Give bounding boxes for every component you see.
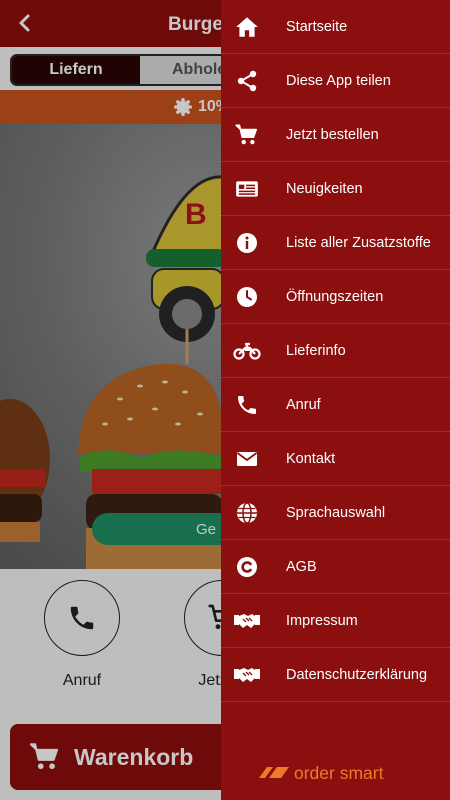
- menu-label: Jetzt bestellen: [286, 126, 379, 143]
- phone-icon: [233, 391, 261, 419]
- menu-label: Neuigkeiten: [286, 180, 363, 197]
- home-icon: [233, 13, 261, 41]
- menu-label: Lieferinfo: [286, 342, 346, 359]
- globe-icon: [233, 499, 261, 527]
- menu-item-privacy[interactable]: Datenschutzerklärung: [221, 648, 450, 702]
- menu-label: Startseite: [286, 18, 348, 35]
- menu-label: Öffnungszeiten: [286, 288, 384, 305]
- copyright-icon: [233, 553, 261, 581]
- menu-item-call[interactable]: Anruf: [221, 378, 450, 432]
- menu-label: Liste aller Zusatzstoffe: [286, 234, 431, 251]
- brand-text: order smart: [294, 762, 384, 783]
- news-icon: [233, 175, 261, 203]
- menu-item-contact[interactable]: Kontakt: [221, 432, 450, 486]
- share-icon: [233, 67, 261, 95]
- menu-item-news[interactable]: Neuigkeiten: [221, 162, 450, 216]
- clock-icon: [233, 283, 261, 311]
- menu-item-additives[interactable]: Liste aller Zusatzstoffe: [221, 216, 450, 270]
- info-icon: [233, 229, 261, 257]
- menu-item-terms[interactable]: AGB: [221, 540, 450, 594]
- brand-logo: order smart: [257, 760, 383, 786]
- menu-item-delivery-info[interactable]: Lieferinfo: [221, 324, 450, 378]
- cart-icon: [233, 121, 261, 149]
- handshake-icon: [233, 661, 261, 689]
- menu-label: Anruf: [286, 396, 321, 413]
- mail-icon: [233, 445, 261, 473]
- menu-item-startseite[interactable]: Startseite: [221, 0, 450, 54]
- menu-label: Kontakt: [286, 450, 336, 467]
- menu-label: Impressum: [286, 612, 358, 629]
- menu-label: Diese App teilen: [286, 72, 391, 89]
- menu-item-language[interactable]: Sprachauswahl: [221, 486, 450, 540]
- menu-label: Datenschutzerklärung: [286, 666, 428, 683]
- menu-item-opening-hours[interactable]: Öffnungszeiten: [221, 270, 450, 324]
- navigation-drawer: Startseite Diese App teilen Jetzt bestel…: [221, 0, 450, 800]
- menu-label: AGB: [286, 558, 317, 575]
- order-smart-logo-icon: [259, 767, 289, 778]
- handshake-icon: [233, 607, 261, 635]
- menu-item-imprint[interactable]: Impressum: [221, 594, 450, 648]
- menu-item-share[interactable]: Diese App teilen: [221, 54, 450, 108]
- menu-item-order[interactable]: Jetzt bestellen: [221, 108, 450, 162]
- motorcycle-icon: [233, 337, 261, 365]
- menu-label: Sprachauswahl: [286, 504, 386, 521]
